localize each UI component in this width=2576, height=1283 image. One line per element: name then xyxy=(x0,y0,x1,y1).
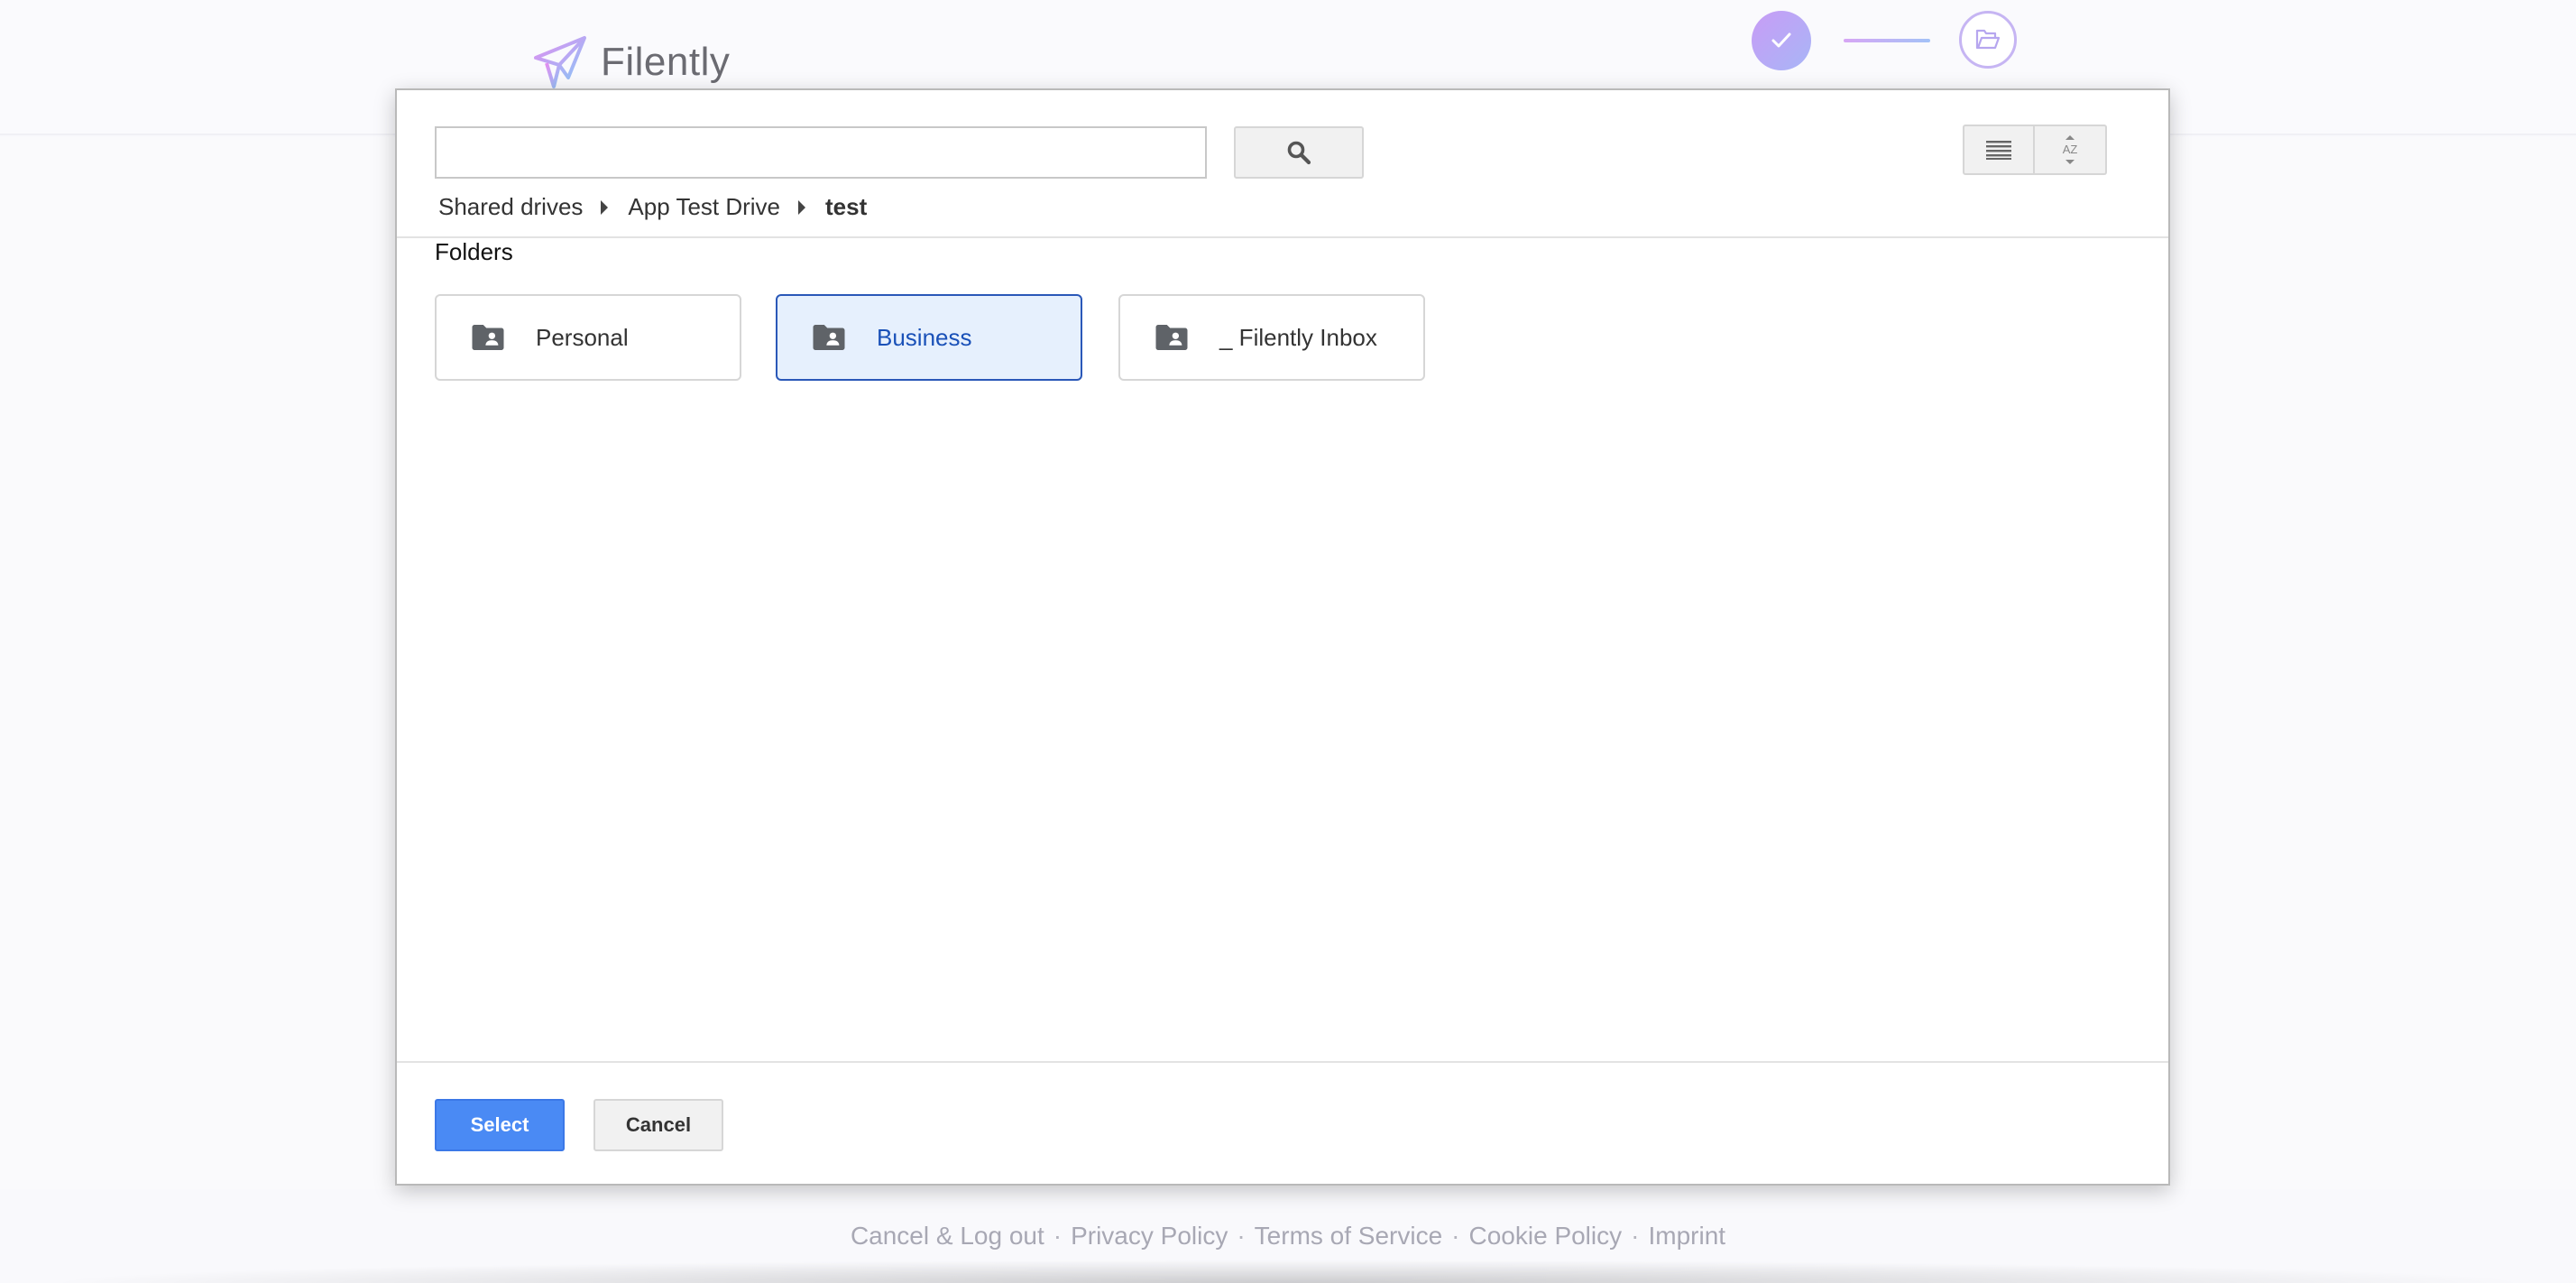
chevron-right-icon xyxy=(601,199,609,215)
terms-of-service-link[interactable]: Terms of Service xyxy=(1255,1222,1443,1251)
breadcrumb-item[interactable]: Shared drives xyxy=(438,193,583,221)
footer-separator: · xyxy=(1451,1222,1460,1250)
breadcrumb-current: test xyxy=(825,193,868,220)
shared-folder-icon xyxy=(1155,325,1188,350)
folder-tile-business[interactable]: Business xyxy=(776,294,1082,381)
search-button[interactable] xyxy=(1234,126,1364,179)
footer-separator: · xyxy=(1631,1222,1640,1250)
shared-folder-icon xyxy=(472,325,504,350)
breadcrumb: Shared drives App Test Drive test xyxy=(438,193,867,221)
search-icon xyxy=(1287,141,1311,165)
paper-plane-logo-icon xyxy=(534,36,586,88)
step-current-indicator xyxy=(1959,11,2017,69)
cancel-logout-link[interactable]: Cancel & Log out xyxy=(851,1222,1044,1251)
picker-actions: Select Cancel xyxy=(397,1061,2168,1186)
list-view-button[interactable] xyxy=(1963,125,2035,175)
folders-section-label: Folders xyxy=(435,238,513,265)
sort-az-icon: AZ xyxy=(2063,135,2078,164)
svg-text:AZ: AZ xyxy=(2063,143,2078,156)
sort-az-button[interactable]: AZ xyxy=(2035,125,2107,175)
list-view-icon xyxy=(1986,141,2011,160)
chevron-right-icon xyxy=(798,199,806,215)
folder-tile-filently-inbox[interactable]: _ Filently Inbox xyxy=(1118,294,1425,381)
step-connector xyxy=(1844,39,1930,42)
step-complete-indicator xyxy=(1752,11,1811,70)
check-icon xyxy=(1771,32,1791,48)
app-logo: Filently xyxy=(532,34,730,90)
folder-name: Business xyxy=(877,323,972,351)
folder-tile-personal[interactable]: Personal xyxy=(435,294,741,381)
select-button[interactable]: Select xyxy=(435,1099,565,1151)
shared-folder-icon xyxy=(813,325,845,350)
folder-name: Personal xyxy=(536,323,629,351)
folder-picker-dialog: AZ Shared drives App Test Drive test Fol… xyxy=(395,88,2170,1186)
folder-open-icon xyxy=(1975,29,2001,50)
search-input[interactable] xyxy=(435,126,1207,179)
app-name: Filently xyxy=(601,40,731,84)
cookie-policy-link[interactable]: Cookie Policy xyxy=(1469,1222,1623,1251)
cancel-button[interactable]: Cancel xyxy=(593,1099,723,1151)
page-bottom-shadow xyxy=(36,1260,2540,1283)
picker-toolbar: AZ Shared drives App Test Drive test xyxy=(397,90,2168,238)
folder-name: _ Filently Inbox xyxy=(1219,323,1377,351)
footer-separator: · xyxy=(1237,1222,1246,1250)
imprint-link[interactable]: Imprint xyxy=(1648,1222,1725,1251)
footer-separator: · xyxy=(1053,1222,1063,1250)
privacy-policy-link[interactable]: Privacy Policy xyxy=(1071,1222,1228,1251)
breadcrumb-item[interactable]: App Test Drive xyxy=(628,193,780,221)
